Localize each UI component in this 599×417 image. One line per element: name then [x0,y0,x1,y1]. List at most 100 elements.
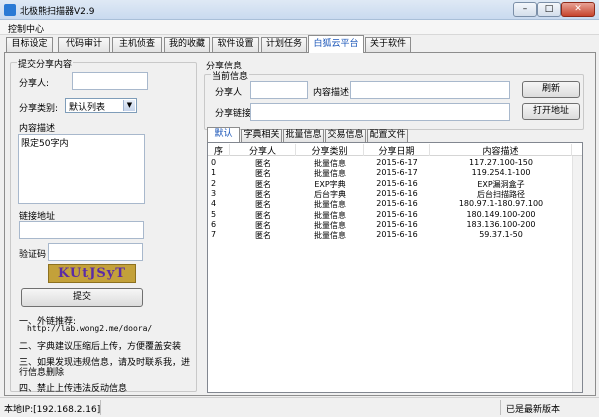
table-cell: 2015-6-16 [376,230,418,240]
table-cell: 2015-6-16 [376,178,418,188]
table-row[interactable]: 4 匿名 批量信息 2015-6-16 180.97.1-180.97.100 [208,199,582,209]
share-sharer-input[interactable] [250,81,308,99]
table-cell: 匿名 [255,231,271,241]
inner-tab-trade[interactable]: 交易信息 [325,129,366,142]
inner-tab-batch[interactable]: 批量信息 [283,129,324,142]
table-cell: 批量信息 [314,231,346,241]
app-logo-icon [4,4,16,16]
table-cell: 2015-6-17 [376,168,418,178]
table-row[interactable]: 1 匿名 批量信息 2015-6-17 119.254.1-100 [208,168,582,178]
submit-button-label: 提交 [72,292,91,302]
table-cell: 0 [211,158,217,167]
inner-tab-default[interactable]: 默认 [207,127,240,142]
share-desc-label: 内容描述 [313,88,350,98]
close-button[interactable]: ✕ [561,2,595,17]
submit-share-title: 提交分享内容 [17,57,74,70]
current-info-title: 当前信息 [211,69,250,82]
status-bar: 本地IP:[192.168.2.16] 已是最新版本 [0,397,599,417]
table-cell: 3 [211,188,217,198]
table-row[interactable]: 2 匿名 EXP字典 2015-6-16 EXP漏洞盒子 [208,179,582,189]
submit-share-group: 提交分享内容 分享人: 分享类别: 默认列表 ▼ 内容描述 限定50字内 链接地… [10,57,197,394]
chevron-down-icon[interactable]: ▼ [123,100,135,111]
table-header: 序 分享人 分享类别 分享日期 内容描述 [208,143,582,157]
table-row[interactable]: 3 匿名 后台字典 2015-6-16 后台扫描路径 [208,189,582,199]
table-cell: 6 [211,219,217,229]
table-row[interactable]: 5 匿名 批量信息 2015-6-16 180.149.100-200 [208,210,582,220]
tab-code-audit[interactable]: 代码审计 [58,37,110,52]
table-cell: 2015-6-16 [376,199,418,209]
link-input[interactable] [19,221,144,239]
table-cell: 183.136.100-200 [466,219,536,229]
refresh-button[interactable]: 刷新 [522,81,580,98]
share-info-group: 分享信息 当前信息 分享人 内容描述 刷新 分享链接 打开地址 [203,59,587,130]
share-sharer-label: 分享人 [215,88,243,98]
table-cell: 2015-6-16 [376,219,418,229]
table-cell: 2015-6-16 [376,188,418,198]
open-url-button[interactable]: 打开地址 [522,103,580,120]
table-cell: 7 [211,230,217,240]
table-cell: 2015-6-17 [376,158,418,167]
vertical-scrollbar[interactable] [572,156,582,392]
share-desc-input[interactable] [350,81,510,99]
share-link-label: 分享链接 [215,109,252,119]
table-row[interactable]: 6 匿名 批量信息 2015-6-16 183.136.100-200 [208,220,582,230]
share-link-input[interactable] [250,103,510,121]
tab-schedule[interactable]: 计划任务 [261,37,307,52]
tab-content: 提交分享内容 分享人: 分享类别: 默认列表 ▼ 内容描述 限定50字内 链接地… [4,52,596,396]
captcha-image[interactable]: KUtJSyT [48,264,136,283]
local-ip: 本地IP:[192.168.2.16] [4,405,101,415]
table-cell: 59.37.1-50 [479,230,523,240]
table-row[interactable]: 0 匿名 批量信息 2015-6-17 117.27.100-150 [208,158,582,168]
table-cell: 180.149.100-200 [466,209,536,219]
tab-cloud-platform[interactable]: 白狐云平台 [308,35,364,53]
table-cell: 119.254.1-100 [471,168,531,178]
col-date[interactable]: 分享日期 [364,144,430,157]
submit-button[interactable]: 提交 [21,288,143,307]
note-link[interactable]: http://lab.wong2.me/doora/ [27,324,152,333]
tab-target[interactable]: 目标设定 [6,37,53,52]
minimize-button[interactable]: – [513,2,537,17]
menu-bar: 控制中心 [0,20,599,35]
current-info-group: 当前信息 分享人 内容描述 刷新 分享链接 打开地址 [204,69,584,130]
version-status: 已是最新版本 [506,405,561,415]
inner-tab-config[interactable]: 配置文件 [367,129,408,142]
description-textarea[interactable]: 限定50字内 [18,134,145,204]
table-cell: 117.27.100-150 [469,158,533,167]
maximize-button[interactable]: □ [537,2,561,17]
table-cell: 4 [211,199,217,209]
table-cell: 2 [211,178,217,188]
captcha-input[interactable] [48,243,143,261]
category-value: 默认列表 [69,103,106,113]
col-category[interactable]: 分享类别 [296,144,364,157]
sharer-label: 分享人: [19,79,50,89]
menu-control-center[interactable]: 控制中心 [8,22,44,35]
table-cell: 2015-6-16 [376,209,418,219]
category-label: 分享类别: [19,104,59,114]
inner-tab-dictionary[interactable]: 字典相关 [241,129,282,142]
table-cell: 5 [211,209,217,219]
col-description[interactable]: 内容描述 [430,144,572,157]
note-line: 四、禁止上传违法反动信息 [19,384,128,394]
note-line: 行信息删除 [19,368,65,378]
sharer-input[interactable] [72,72,148,90]
tab-about[interactable]: 关于软件 [365,37,411,52]
title-bar: 北极熊扫描器V2.9 – □ ✕ [0,0,599,20]
window-title: 北极熊扫描器V2.9 [20,7,95,17]
tab-settings[interactable]: 软件设置 [212,37,259,52]
col-sharer[interactable]: 分享人 [230,144,296,157]
table-cell: 1 [211,168,217,178]
tab-host-recon[interactable]: 主机侦查 [112,37,162,52]
table-cell: 180.97.1-180.97.100 [458,199,544,209]
status-divider [500,400,501,415]
category-select[interactable]: 默认列表 ▼ [65,98,137,113]
col-index[interactable]: 序 [208,144,230,157]
description-label: 内容描述 [19,124,56,134]
captcha-label: 验证码 [19,250,47,260]
status-divider [100,400,101,415]
note-line: 二、字典建议压缩后上传，方便覆盖安装 [19,342,182,352]
refresh-button-label: 刷新 [541,84,560,94]
open-url-button-label: 打开地址 [532,106,569,116]
table-row[interactable]: 7 匿名 批量信息 2015-6-16 59.37.1-50 [208,230,582,240]
tab-favorites[interactable]: 我的收藏 [164,37,210,52]
share-list[interactable]: 序 分享人 分享类别 分享日期 内容描述 0 匿名 批量信息 2015-6-17 117… [207,142,583,393]
